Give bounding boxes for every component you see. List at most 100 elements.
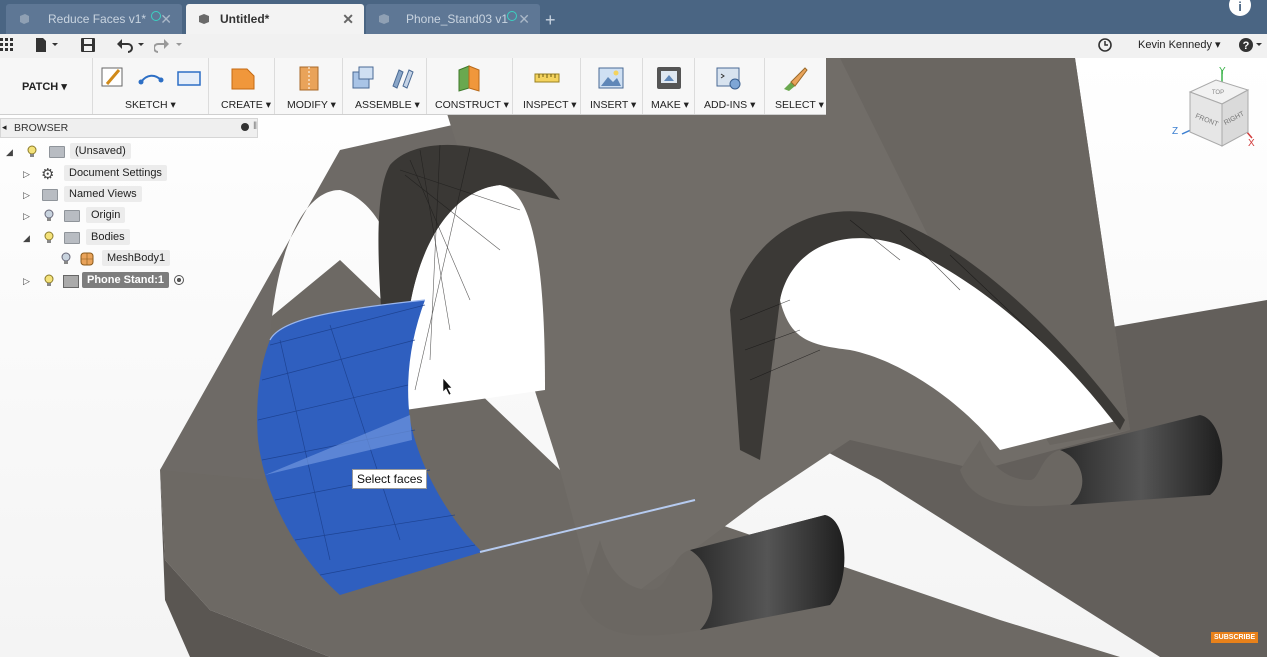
toolbar-group-assemble[interactable]: ASSEMBLE ▾: [342, 58, 427, 114]
document-cube-icon: [379, 14, 389, 24]
document-cube-icon: [20, 14, 29, 24]
select-faces-tooltip: Select faces: [352, 469, 428, 489]
expand-triangle-icon[interactable]: ▷: [23, 211, 30, 222]
create-sketch-icon[interactable]: [99, 64, 127, 92]
collapse-triangle-icon[interactable]: ◢: [23, 233, 30, 244]
folder-icon: [42, 189, 58, 201]
save-icon[interactable]: [80, 37, 96, 53]
component-icon: [63, 275, 79, 288]
line-tool-icon[interactable]: [137, 64, 165, 92]
viewcube[interactable]: TOP FRONT RIGHT Y Z X: [1168, 64, 1260, 156]
tree-item-label: (Unsaved): [70, 143, 131, 159]
new-component-icon[interactable]: [349, 64, 377, 92]
scripts-addins-icon[interactable]: [715, 64, 743, 92]
toolbar-group-label[interactable]: ASSEMBLE ▾: [355, 99, 420, 111]
redo-icon[interactable]: [154, 37, 186, 53]
user-name: Kevin Kennedy: [1138, 39, 1212, 51]
close-tab-icon[interactable]: ✕: [160, 11, 172, 28]
tree-item-label: Origin: [86, 207, 126, 223]
rectangle-tool-icon[interactable]: [175, 64, 203, 92]
visibility-bulb-icon[interactable]: [61, 252, 71, 265]
toolbar-group-label[interactable]: ADD-INS ▾: [704, 99, 755, 111]
expand-triangle-icon[interactable]: ▷: [23, 276, 30, 287]
new-tab-button[interactable]: +: [545, 10, 556, 31]
browser-panel-header[interactable]: ◂ BROWSER ‖: [0, 118, 258, 138]
tab-untitled[interactable]: Untitled* ✕: [186, 4, 364, 34]
toolbar-group-insert[interactable]: INSERT ▾: [580, 58, 643, 114]
toolbar-group-select[interactable]: SELECT ▾: [764, 58, 827, 114]
help-icon[interactable]: ?: [1238, 37, 1266, 53]
toolbar-group-construct[interactable]: CONSTRUCT ▾: [426, 58, 513, 114]
gear-icon: ⚙: [41, 166, 55, 183]
svg-text:?: ?: [1243, 40, 1250, 52]
toolbar-group-label[interactable]: MODIFY ▾: [287, 99, 336, 111]
insert-image-icon[interactable]: [597, 64, 625, 92]
axis-label-x: X: [1248, 138, 1255, 149]
tree-item-root[interactable]: ◢ (Unsaved): [0, 143, 200, 161]
visibility-bulb-icon[interactable]: [44, 209, 54, 222]
3d-print-icon[interactable]: [655, 64, 683, 92]
browser-pin-icon[interactable]: [241, 123, 249, 131]
tab-reduce-faces[interactable]: Reduce Faces v1* ✕: [6, 4, 182, 34]
tab-label: Phone_Stand03 v1: [406, 12, 509, 26]
tab-label: Reduce Faces v1*: [48, 12, 147, 26]
close-tab-icon[interactable]: ✕: [518, 11, 530, 28]
joint-icon[interactable]: [387, 64, 415, 92]
undo-icon[interactable]: [116, 37, 148, 53]
collapse-triangle-icon[interactable]: ◢: [6, 147, 13, 158]
user-account-menu[interactable]: Kevin Kennedy ▾: [1138, 38, 1221, 51]
create-patch-icon[interactable]: [229, 64, 257, 92]
toolbar-group-label[interactable]: MAKE ▾: [651, 99, 689, 111]
browser-title: BROWSER: [14, 122, 69, 134]
toolbar-group-create[interactable]: CREATE ▾: [208, 58, 275, 114]
toolbar-group-label[interactable]: CREATE ▾: [221, 99, 271, 111]
close-tab-icon[interactable]: ✕: [342, 11, 354, 28]
visibility-bulb-icon[interactable]: [44, 274, 54, 287]
toolbar-group-add-ins[interactable]: ADD-INS ▾: [694, 58, 765, 114]
cloud-sync-status-icon: [507, 11, 517, 21]
tree-item-phone-stand[interactable]: ▷ Phone Stand:1: [0, 272, 200, 290]
tree-item-origin[interactable]: ▷ Origin: [0, 207, 200, 225]
axis-label-z: Z: [1172, 126, 1178, 137]
measure-icon[interactable]: [533, 64, 561, 92]
activate-component-icon[interactable]: [174, 275, 184, 285]
tree-item-label: Phone Stand:1: [82, 272, 170, 288]
tree-item-label: Document Settings: [64, 165, 167, 181]
apps-grid-icon[interactable]: [0, 38, 14, 52]
document-tab-bar: Reduce Faces v1* ✕ Untitled* ✕ Phone_Sta…: [0, 0, 1267, 34]
select-tool-icon[interactable]: [781, 64, 809, 92]
tree-item-document-settings[interactable]: ▷ ⚙ Document Settings: [0, 165, 200, 183]
toolbar-group-sketch[interactable]: SKETCH ▾: [92, 58, 209, 114]
info-icon[interactable]: i: [1229, 0, 1251, 16]
clock-icon[interactable]: [1097, 37, 1113, 53]
visibility-bulb-icon[interactable]: [27, 145, 37, 158]
tree-item-label: MeshBody1: [102, 250, 171, 266]
document-cube-icon: [199, 14, 209, 24]
expand-triangle-icon[interactable]: ▷: [23, 169, 30, 180]
tree-item-named-views[interactable]: ▷ Named Views: [0, 186, 200, 204]
toolbar-group-make[interactable]: MAKE ▾: [642, 58, 695, 114]
expand-triangle-icon[interactable]: ▷: [23, 190, 30, 201]
subscribe-badge[interactable]: SUBSCRIBE: [1211, 632, 1259, 643]
toolbar-group-label[interactable]: INSPECT ▾: [523, 99, 577, 111]
collapse-browser-icon[interactable]: ◂: [2, 122, 7, 133]
tree-item-meshbody[interactable]: MeshBody1: [0, 250, 200, 268]
quick-access-bar: Kevin Kennedy ▾ ?: [0, 34, 1267, 59]
modify-tool-icon[interactable]: [295, 64, 323, 92]
browser-resize-handle[interactable]: ‖: [253, 121, 257, 132]
tab-phone-stand[interactable]: Phone_Stand03 v1 ✕: [366, 4, 540, 34]
visibility-bulb-icon[interactable]: [44, 231, 54, 244]
toolbar-group-label[interactable]: CONSTRUCT ▾: [435, 99, 509, 111]
toolbar-group-inspect[interactable]: INSPECT ▾: [512, 58, 581, 114]
toolbar-group-label[interactable]: SELECT ▾: [775, 99, 824, 111]
viewcube-top-face[interactable]: TOP: [1212, 90, 1224, 96]
workspace-switcher[interactable]: PATCH ▾: [22, 80, 67, 93]
axis-label-y: Y: [1219, 66, 1226, 77]
tree-item-label: Named Views: [64, 186, 142, 202]
toolbar-group-label[interactable]: SKETCH ▾: [125, 99, 176, 111]
offset-plane-icon[interactable]: [455, 64, 483, 92]
tree-item-bodies[interactable]: ◢ Bodies: [0, 229, 200, 247]
toolbar-group-modify[interactable]: MODIFY ▾: [274, 58, 343, 114]
toolbar-group-label[interactable]: INSERT ▾: [590, 99, 636, 111]
file-icon[interactable]: [34, 37, 62, 53]
